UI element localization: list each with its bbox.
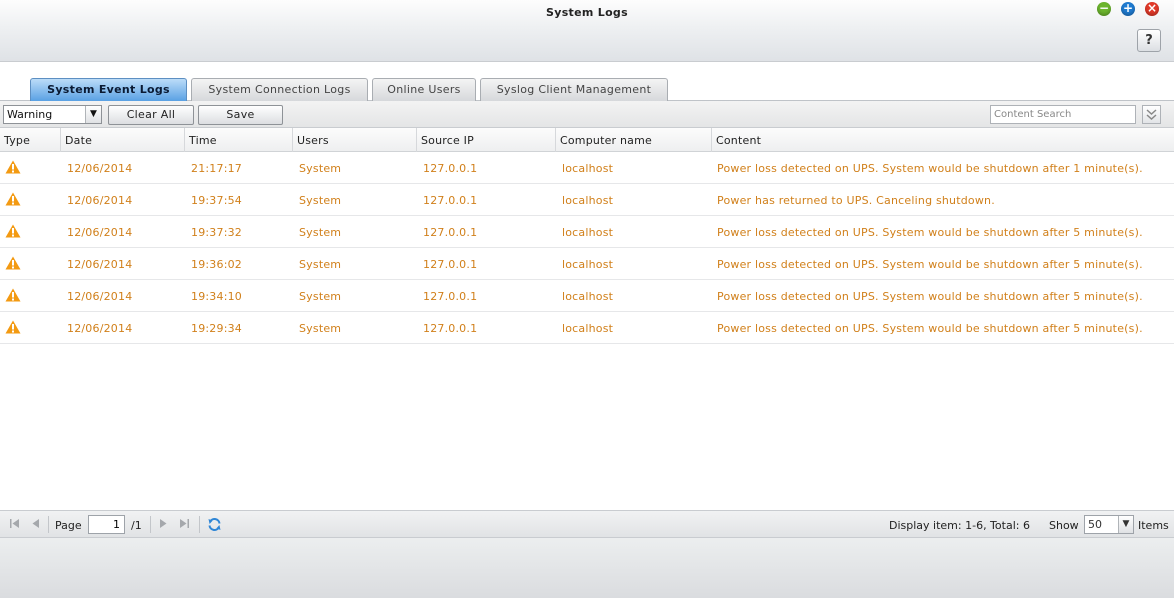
cell-computer-name: localhost: [562, 290, 614, 303]
minimize-icon[interactable]: −: [1097, 2, 1111, 16]
cell-time: 19:36:02: [191, 258, 243, 271]
cell-computer-name: localhost: [562, 322, 614, 335]
table-row[interactable]: 12/06/2014 21:17:17 System 127.0.0.1 loc…: [0, 152, 1174, 184]
table-row[interactable]: 12/06/2014 19:37:32 System 127.0.0.1 loc…: [0, 216, 1174, 248]
cell-content: Power has returned to UPS. Canceling shu…: [717, 194, 995, 207]
chevron-down-icon: ▼: [1118, 516, 1133, 533]
cell-user: System: [299, 322, 342, 335]
cell-time: 19:34:10: [191, 290, 243, 303]
cell-time: 19:37:32: [191, 226, 243, 239]
chevron-down-icon: ▼: [85, 106, 101, 123]
cell-user: System: [299, 290, 342, 303]
refresh-icon[interactable]: [207, 517, 222, 532]
separator: [150, 516, 151, 533]
separator: [48, 516, 49, 533]
warning-icon: [5, 224, 21, 238]
severity-filter-value: Warning: [7, 108, 53, 121]
cell-user: System: [299, 194, 342, 207]
save-button[interactable]: Save: [198, 105, 283, 125]
cell-source-ip: 127.0.0.1: [423, 162, 478, 175]
close-icon[interactable]: ×: [1145, 2, 1159, 16]
cell-user: System: [299, 258, 342, 271]
column-header-source-ip[interactable]: Source IP: [417, 128, 556, 152]
window-title: System Logs: [546, 6, 628, 19]
cell-date: 12/06/2014: [67, 322, 133, 335]
cell-time: 19:29:34: [191, 322, 243, 335]
column-header-content[interactable]: Content: [712, 128, 1174, 152]
page-label: Page: [55, 519, 82, 532]
tab-syslog-client-management[interactable]: Syslog Client Management: [480, 78, 668, 101]
separator: [199, 516, 200, 533]
items-per-page-select[interactable]: 50 ▼: [1084, 515, 1134, 534]
toolbar: Warning ▼ Clear All Save: [0, 101, 1174, 128]
column-header-time[interactable]: Time: [185, 128, 293, 152]
column-header-date[interactable]: Date: [61, 128, 185, 152]
page-number-input[interactable]: [88, 515, 125, 534]
cell-time: 21:17:17: [191, 162, 243, 175]
cell-date: 12/06/2014: [67, 290, 133, 303]
last-page-icon[interactable]: [179, 518, 190, 529]
cell-content: Power loss detected on UPS. System would…: [717, 258, 1143, 271]
cell-date: 12/06/2014: [67, 162, 133, 175]
items-per-page-value: 50: [1088, 518, 1102, 531]
cell-source-ip: 127.0.0.1: [423, 258, 478, 271]
table-row[interactable]: 12/06/2014 19:34:10 System 127.0.0.1 loc…: [0, 280, 1174, 312]
tab-bar: System Event Logs System Connection Logs…: [0, 62, 1174, 101]
cell-date: 12/06/2014: [67, 258, 133, 271]
window-footer: [0, 538, 1174, 598]
clear-all-button[interactable]: Clear All: [108, 105, 194, 125]
cell-date: 12/06/2014: [67, 226, 133, 239]
cell-time: 19:37:54: [191, 194, 243, 207]
cell-computer-name: localhost: [562, 226, 614, 239]
cell-source-ip: 127.0.0.1: [423, 322, 478, 335]
total-pages: /1: [131, 519, 142, 532]
items-label: Items: [1138, 519, 1169, 532]
tab-system-connection-logs[interactable]: System Connection Logs: [191, 78, 368, 101]
tab-online-users[interactable]: Online Users: [372, 78, 476, 101]
next-page-icon[interactable]: [159, 518, 168, 529]
content-search-input[interactable]: [990, 105, 1136, 124]
pagination-bar: Page /1 Display item: 1-6, Total: 6 Show…: [0, 510, 1174, 538]
cell-computer-name: localhost: [562, 162, 614, 175]
cell-source-ip: 127.0.0.1: [423, 226, 478, 239]
display-item-summary: Display item: 1-6, Total: 6: [889, 519, 1030, 532]
title-bar: System Logs − + × ?: [0, 0, 1174, 62]
warning-icon: [5, 160, 21, 174]
cell-user: System: [299, 162, 342, 175]
table-row[interactable]: 12/06/2014 19:29:34 System 127.0.0.1 loc…: [0, 312, 1174, 344]
first-page-icon[interactable]: [9, 518, 20, 529]
previous-page-icon[interactable]: [31, 518, 40, 529]
column-header-users[interactable]: Users: [293, 128, 417, 152]
cell-computer-name: localhost: [562, 258, 614, 271]
cell-date: 12/06/2014: [67, 194, 133, 207]
show-label: Show: [1049, 519, 1079, 532]
double-chevron-down-icon[interactable]: [1142, 105, 1161, 124]
cell-content: Power loss detected on UPS. System would…: [717, 162, 1143, 175]
cell-source-ip: 127.0.0.1: [423, 194, 478, 207]
cell-computer-name: localhost: [562, 194, 614, 207]
warning-icon: [5, 192, 21, 206]
cell-source-ip: 127.0.0.1: [423, 290, 478, 303]
severity-filter-select[interactable]: Warning ▼: [3, 105, 102, 124]
log-table: 12/06/2014 21:17:17 System 127.0.0.1 loc…: [0, 152, 1174, 510]
warning-icon: [5, 256, 21, 270]
column-header-computer-name[interactable]: Computer name: [556, 128, 712, 152]
warning-icon: [5, 288, 21, 302]
cell-user: System: [299, 226, 342, 239]
maximize-icon[interactable]: +: [1121, 2, 1135, 16]
tab-system-event-logs[interactable]: System Event Logs: [30, 78, 187, 101]
warning-icon: [5, 320, 21, 334]
help-button[interactable]: ?: [1137, 29, 1161, 52]
table-row[interactable]: 12/06/2014 19:37:54 System 127.0.0.1 loc…: [0, 184, 1174, 216]
cell-content: Power loss detected on UPS. System would…: [717, 226, 1143, 239]
cell-content: Power loss detected on UPS. System would…: [717, 290, 1143, 303]
table-header: Type Date Time Users Source IP Computer …: [0, 128, 1174, 152]
cell-content: Power loss detected on UPS. System would…: [717, 322, 1143, 335]
column-header-type[interactable]: Type: [0, 128, 61, 152]
table-row[interactable]: 12/06/2014 19:36:02 System 127.0.0.1 loc…: [0, 248, 1174, 280]
